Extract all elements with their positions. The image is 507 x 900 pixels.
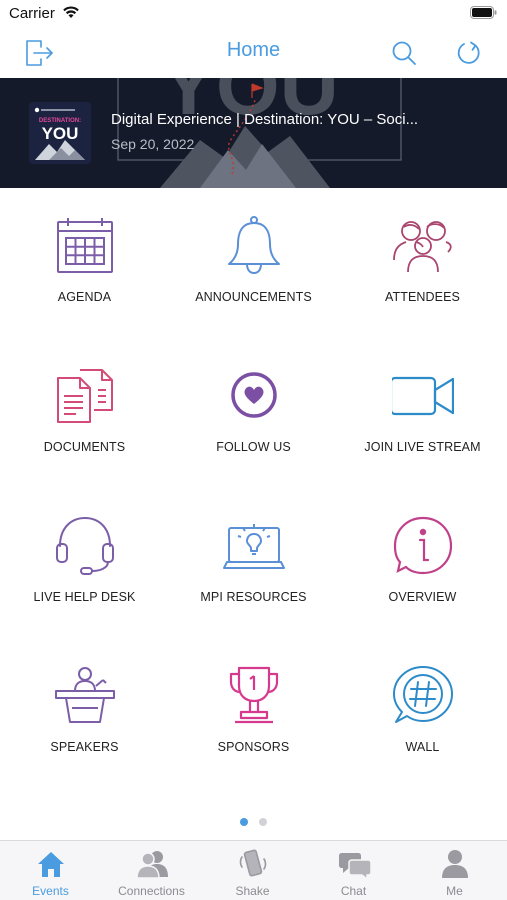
tile-sponsors[interactable]: SPONSORS (169, 638, 338, 788)
status-bar: Carrier (0, 0, 507, 28)
heart-circle-icon (231, 372, 277, 418)
page-dot-2[interactable] (259, 818, 267, 826)
tab-label-me: Me (446, 884, 463, 898)
tile-speakers[interactable]: SPEAKERS (0, 638, 169, 788)
tile-label-mpi-resources: MPI RESOURCES (200, 590, 307, 604)
laptop-idea-icon (223, 524, 285, 569)
tile-label-documents: DOCUMENTS (43, 440, 126, 454)
tile-agenda[interactable]: AGENDA (0, 188, 169, 338)
tile-label-live-help-desk: LIVE HELP DESK (33, 590, 136, 604)
tab-bar: Events Connections Shake Chat Me (0, 840, 507, 900)
hashtag-chat-icon (393, 666, 453, 723)
tab-label-chat: Chat (340, 884, 367, 898)
tab-label-shake: Shake (235, 884, 270, 898)
house-icon (38, 852, 64, 877)
battery-icon (470, 6, 497, 19)
connections-icon (137, 851, 168, 879)
tile-label-join-live-stream: JOIN LIVE STREAM (364, 440, 481, 454)
tile-label-wall: WALL (405, 740, 440, 754)
tile-label-announcements: ANNOUNCEMENTS (195, 290, 312, 304)
tile-join-live-stream[interactable]: JOIN LIVE STREAM (338, 338, 507, 488)
navigation-bar: Home (0, 28, 507, 78)
tab-me[interactable]: Me (404, 841, 505, 900)
tile-label-speakers: SPEAKERS (50, 740, 119, 754)
carrier-label: Carrier (9, 5, 55, 22)
tile-attendees[interactable]: ATTENDEES (338, 188, 507, 338)
person-icon (442, 850, 468, 878)
wifi-icon (63, 6, 79, 18)
chat-bubbles-icon (339, 853, 371, 879)
tab-label-events: Events (32, 884, 69, 898)
phone-shake-icon (239, 849, 267, 877)
event-thumbnail: DESTINATION: YOU (29, 102, 91, 164)
tab-shake[interactable]: Shake (202, 841, 303, 900)
trophy-icon (229, 666, 279, 724)
tab-connections[interactable]: Connections (101, 841, 202, 900)
tile-follow-us[interactable]: FOLLOW US (169, 338, 338, 488)
event-date: Sep 20, 2022 (111, 136, 195, 152)
calendar-icon (57, 218, 113, 273)
tile-label-follow-us: FOLLOW US (216, 440, 291, 454)
event-banner[interactable]: YOU DESTINATION: YOU Digital Experience … (0, 78, 507, 188)
tile-label-sponsors: SPONSORS (217, 740, 290, 754)
search-icon (392, 41, 416, 65)
headset-icon (56, 516, 114, 575)
info-circle-icon (393, 516, 453, 575)
tile-mpi-resources[interactable]: MPI RESOURCES (169, 488, 338, 638)
people-icon (393, 221, 452, 273)
event-title: Digital Experience | Destination: YOU – … (111, 111, 419, 128)
page-dot-1[interactable] (240, 818, 248, 826)
svg-text:YOU: YOU (42, 124, 79, 143)
tab-chat[interactable]: Chat (303, 841, 404, 900)
tile-announcements[interactable]: ANNOUNCEMENTS (169, 188, 338, 338)
event-logo-icon: DESTINATION: YOU (29, 102, 91, 164)
tab-label-connections: Connections (118, 884, 185, 898)
tile-wall[interactable]: WALL (338, 638, 507, 788)
refresh-button[interactable] (452, 36, 486, 70)
tile-label-agenda: AGENDA (57, 290, 112, 304)
podium-speaker-icon (55, 667, 115, 723)
refresh-icon (457, 41, 480, 64)
page-title: Home (226, 39, 281, 61)
video-camera-icon (392, 376, 454, 416)
documents-icon (57, 369, 113, 423)
page-indicator[interactable] (0, 818, 507, 828)
feature-grid: AGENDA ANNOUNCEMENTS ATTENDEES DOCUMENTS… (0, 188, 507, 798)
bell-icon (228, 216, 280, 274)
tile-documents[interactable]: DOCUMENTS (0, 338, 169, 488)
tile-overview[interactable]: OVERVIEW (338, 488, 507, 638)
search-button[interactable] (387, 36, 421, 70)
tab-events[interactable]: Events (0, 841, 101, 900)
tile-label-overview: OVERVIEW (388, 590, 457, 604)
tile-live-help-desk[interactable]: LIVE HELP DESK (0, 488, 169, 638)
tile-label-attendees: ATTENDEES (385, 290, 460, 304)
